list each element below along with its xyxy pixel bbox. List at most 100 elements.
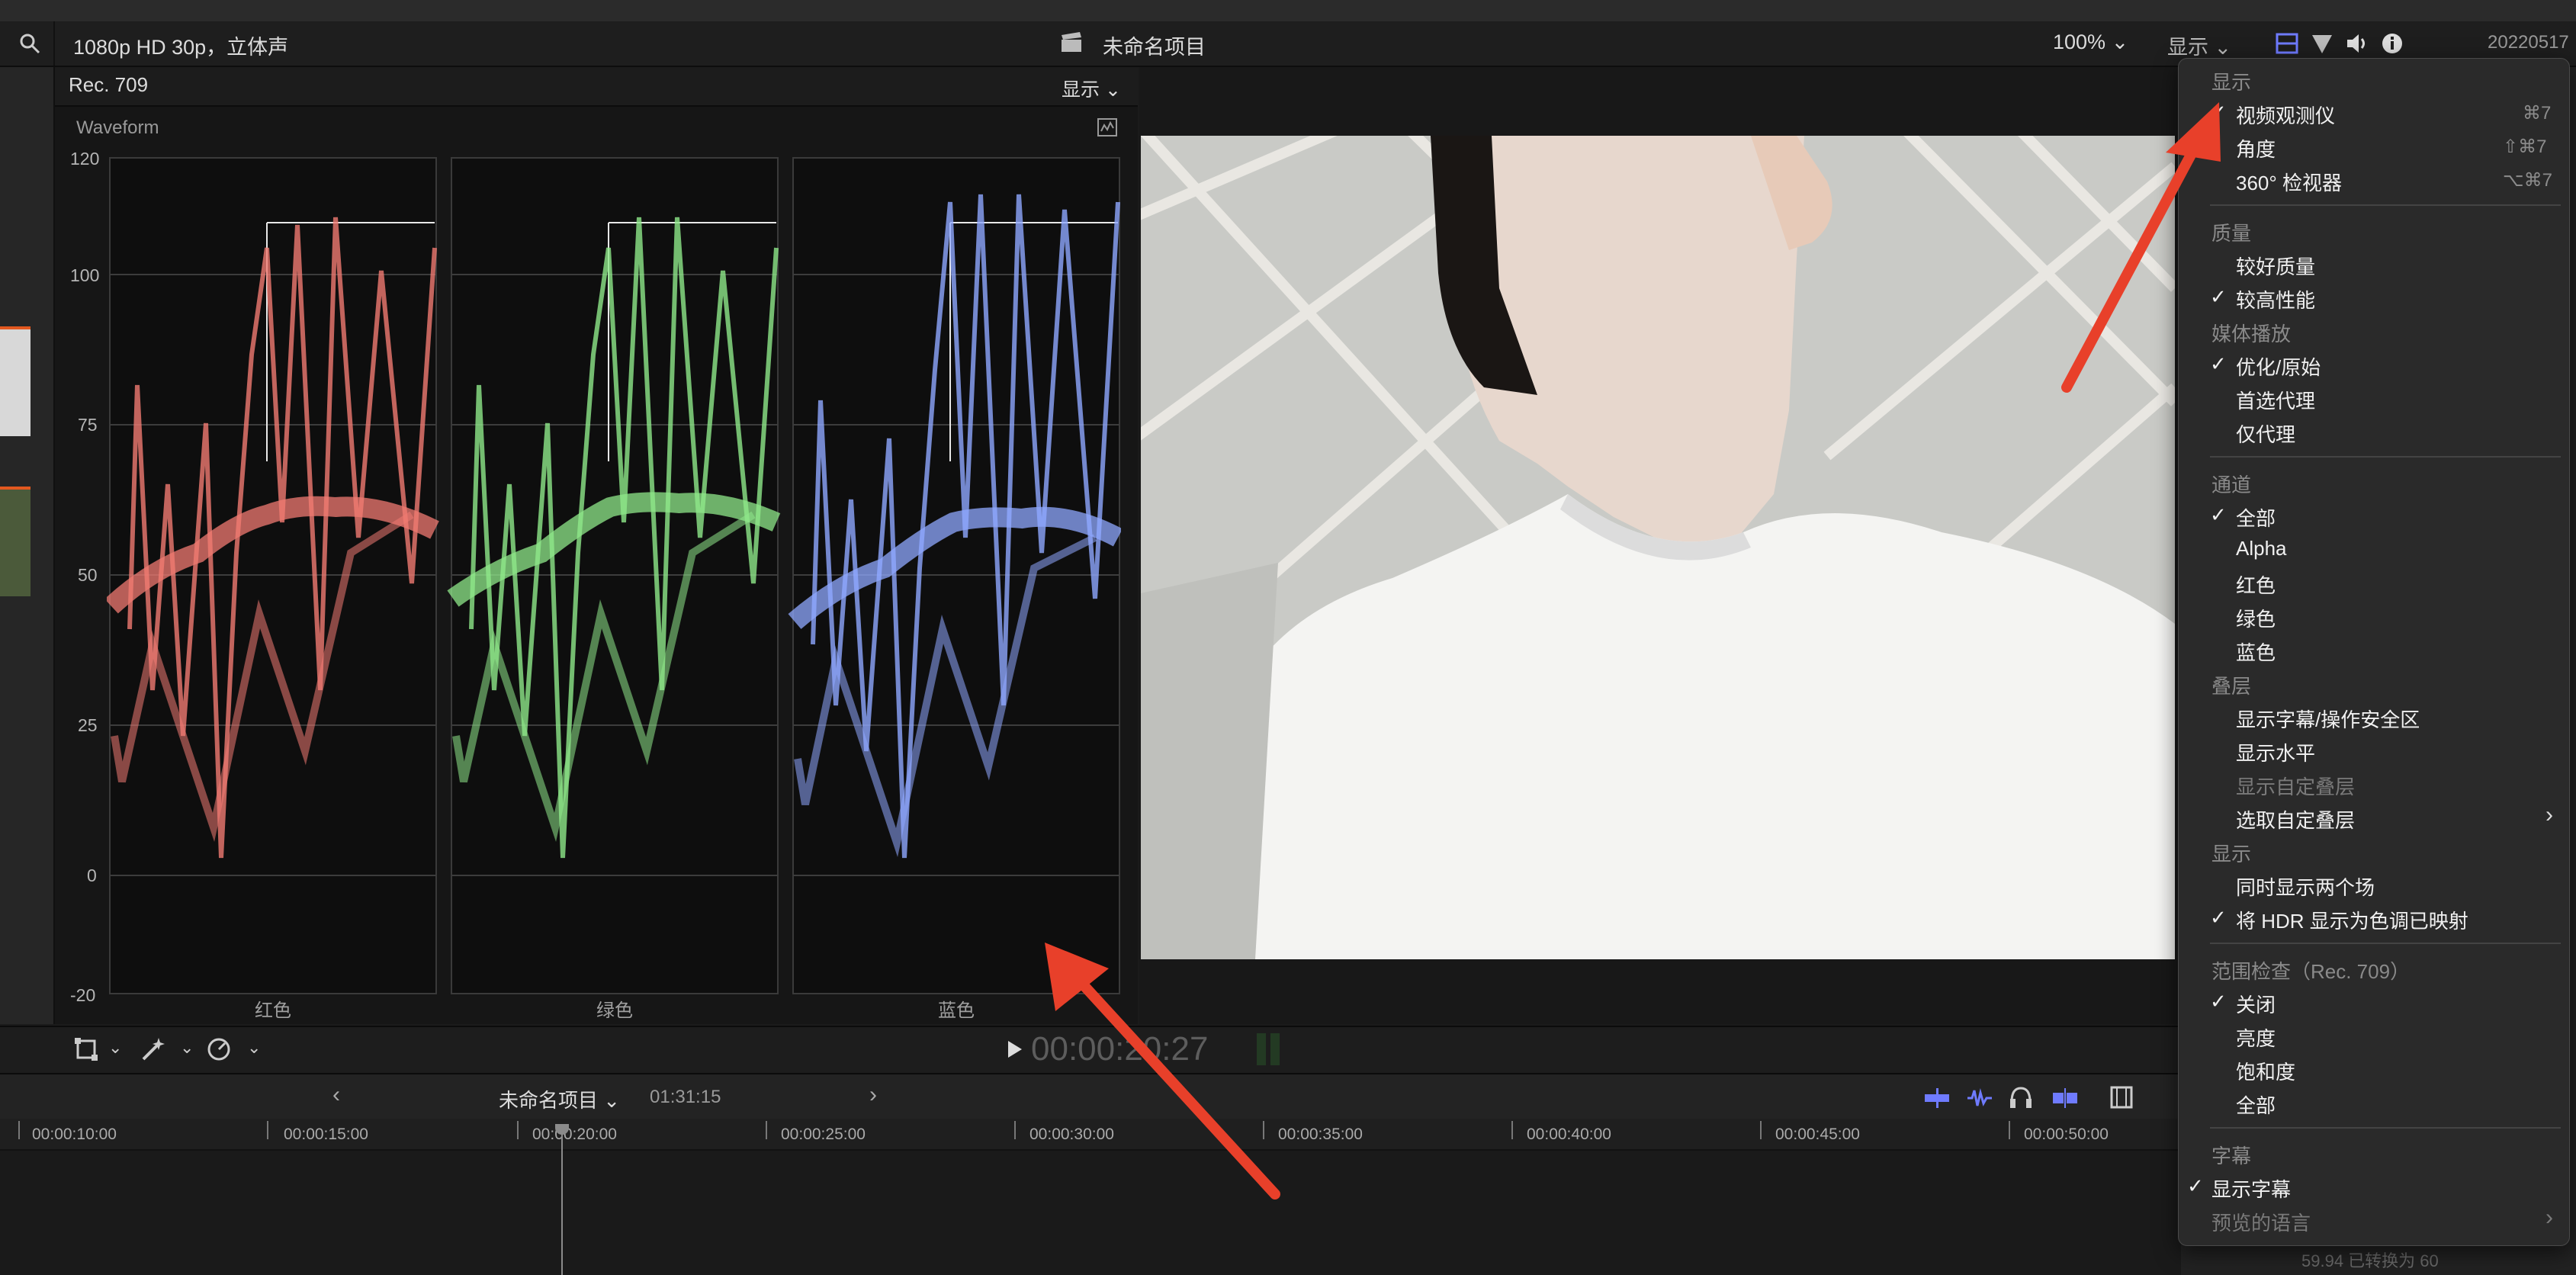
ruler-tick [517,1121,519,1139]
clapper-icon [1060,32,1083,57]
forward-arrow-icon[interactable]: › [869,1082,877,1108]
submenu-arrow-icon: › [2545,1205,2553,1230]
transport-bar: ⌄ ⌄ ⌄ 00:00:20:27 [0,1026,2181,1073]
speaker-icon[interactable] [2346,32,2369,59]
search-icon[interactable] [18,32,41,59]
menu-item-show-both-fields[interactable]: 同时显示两个场 [2236,872,2375,901]
ruler-tick [2009,1121,2010,1139]
menu-shortcut: ⌘7 [2523,103,2552,124]
y-tick-label: 100 [70,265,100,285]
menu-item-better-performance[interactable]: 较高性能 [2236,285,2315,313]
zoom-value: 100% [2053,31,2106,53]
video-frame[interactable] [1141,136,2175,959]
ruler-label: 00:00:45:00 [1775,1126,1860,1143]
menu-item-proxy-preferred[interactable]: 首选代理 [2236,386,2315,414]
waveform-red-channel [107,157,439,994]
y-tick-label: -20 [70,985,96,1005]
ruler-label: 00:00:20:00 [532,1126,617,1143]
menu-item-channel-all[interactable]: 全部 [2236,503,2276,532]
snapping-icon[interactable] [2051,1087,2079,1113]
chevron-down-icon[interactable]: ⌄ [180,1038,194,1058]
format-info: 1080p HD 30p，立体声 [73,36,289,59]
menu-item-choose-custom-overlay[interactable]: 选取自定叠层 [2236,805,2355,833]
scope-display-label: 显示 [1062,79,1100,101]
ruler-tick [1760,1121,1762,1139]
menu-heading: 叠层 [2211,675,2252,698]
timecode-display[interactable]: 00:00:20:27 [1031,1030,1208,1068]
menu-item-title-action-safe[interactable]: 显示字幕/操作安全区 [2236,705,2420,733]
display-menu-label: 显示 [2167,36,2208,59]
divider [53,21,55,66]
menu-item-range-check-off[interactable]: 关闭 [2236,990,2276,1018]
scope-settings-icon[interactable] [1097,117,1118,141]
headphones-icon[interactable] [2009,1085,2033,1113]
playhead[interactable] [561,1127,563,1275]
menu-item-range-check-all[interactable]: 全部 [2236,1090,2276,1119]
menu-separator [2210,204,2561,206]
zoom-menu[interactable]: 100% ⌄ [2053,31,2128,54]
menu-item-range-check-saturation[interactable]: 饱和度 [2236,1057,2295,1085]
waveform-green-channel [447,157,781,994]
menu-heading: 通道 [2211,474,2252,496]
audio-meter [1257,1033,1266,1065]
menu-item-show-custom-overlay: 显示自定叠层 [2236,776,2356,798]
channel-label-green: 绿色 [596,1000,633,1021]
skimming-icon[interactable] [1923,1087,1951,1113]
play-icon[interactable] [1007,1039,1023,1063]
menu-heading: 媒体播放 [2211,323,2292,345]
color-tools-icon[interactable] [2311,32,2333,59]
audio-skimming-icon[interactable] [1966,1087,1993,1113]
menu-item-proxy-only[interactable]: 仅代理 [2236,419,2295,448]
filmstrip-icon[interactable] [2109,1085,2134,1113]
info-icon[interactable] [2381,32,2404,59]
menu-heading: 字幕 [2211,1145,2252,1167]
y-tick-label: 50 [78,565,98,585]
menu-item-better-quality[interactable]: 较好质量 [2236,252,2315,280]
checkmark-icon: ✓ [2210,352,2227,375]
project-title: 未命名项目 [1103,36,1206,59]
menu-item-range-check-luma[interactable]: 亮度 [2236,1023,2276,1052]
menu-item-channel-blue[interactable]: 蓝色 [2236,638,2276,666]
menu-item-hdr-tone-mapped[interactable]: 将 HDR 显示为色调已映射 [2236,906,2468,934]
menu-item-show-horizon[interactable]: 显示水平 [2236,738,2315,766]
chevron-down-icon[interactable]: ⌄ [108,1038,122,1058]
ruler-tick [766,1121,767,1139]
video-scope-toggle-icon[interactable] [2276,32,2298,59]
clip-thumbnail[interactable] [0,326,31,436]
menu-item-channel-red[interactable]: 红色 [2236,570,2276,599]
menu-heading: 质量 [2211,222,2252,245]
ruler-label: 00:00:50:00 [2024,1126,2109,1143]
menu-heading: 范围检查（Rec. 709） [2211,960,2411,983]
display-menu-button[interactable]: 显示 ⌄ [2167,31,2231,60]
speed-icon[interactable] [206,1036,232,1066]
scope-display-menu[interactable]: 显示 ⌄ [1062,75,1121,102]
ruler-tick [1014,1121,1016,1139]
clip-thumbnail[interactable] [0,487,31,596]
chevron-down-icon: ⌄ [2208,36,2232,59]
date-label: 20220517 [2488,32,2569,53]
menu-item-optimized-original[interactable]: 优化/原始 [2236,352,2321,381]
menu-item-video-scopes[interactable]: 视频观测仪 [2236,101,2335,129]
menu-item-channel-alpha[interactable]: Alpha [2236,537,2287,560]
checkmark-icon: ✓ [2210,906,2227,929]
menu-item-360-viewer[interactable]: 360° 检视器 [2236,168,2342,196]
channel-label-blue: 蓝色 [938,1000,975,1021]
menu-item-angles[interactable]: 角度 [2236,134,2276,162]
transform-icon[interactable] [73,1036,99,1066]
back-arrow-icon[interactable]: ‹ [332,1082,340,1108]
checkmark-icon: ✓ [2210,503,2227,526]
ruler-tick [1511,1121,1513,1139]
chevron-down-icon[interactable]: ⌄ [247,1038,261,1058]
magic-wand-icon[interactable] [139,1036,165,1066]
browser-strip [0,67,55,1024]
menu-item-channel-green[interactable]: 绿色 [2236,604,2276,632]
timeline-header: ‹ 未命名项目 ⌄ 01:31:15 › [0,1073,2181,1120]
waveform-graph [107,157,1121,994]
menu-item-show-captions[interactable]: 显示字幕 [2211,1174,2291,1203]
menu-heading: 显示 [2211,843,2252,866]
timeline-area[interactable] [0,1151,2181,1275]
timeline-project-menu[interactable]: 未命名项目 ⌄ [499,1085,620,1113]
y-tick-label: 0 [87,866,97,885]
timeline-duration: 01:31:15 [650,1087,721,1107]
submenu-arrow-icon: › [2545,802,2553,827]
